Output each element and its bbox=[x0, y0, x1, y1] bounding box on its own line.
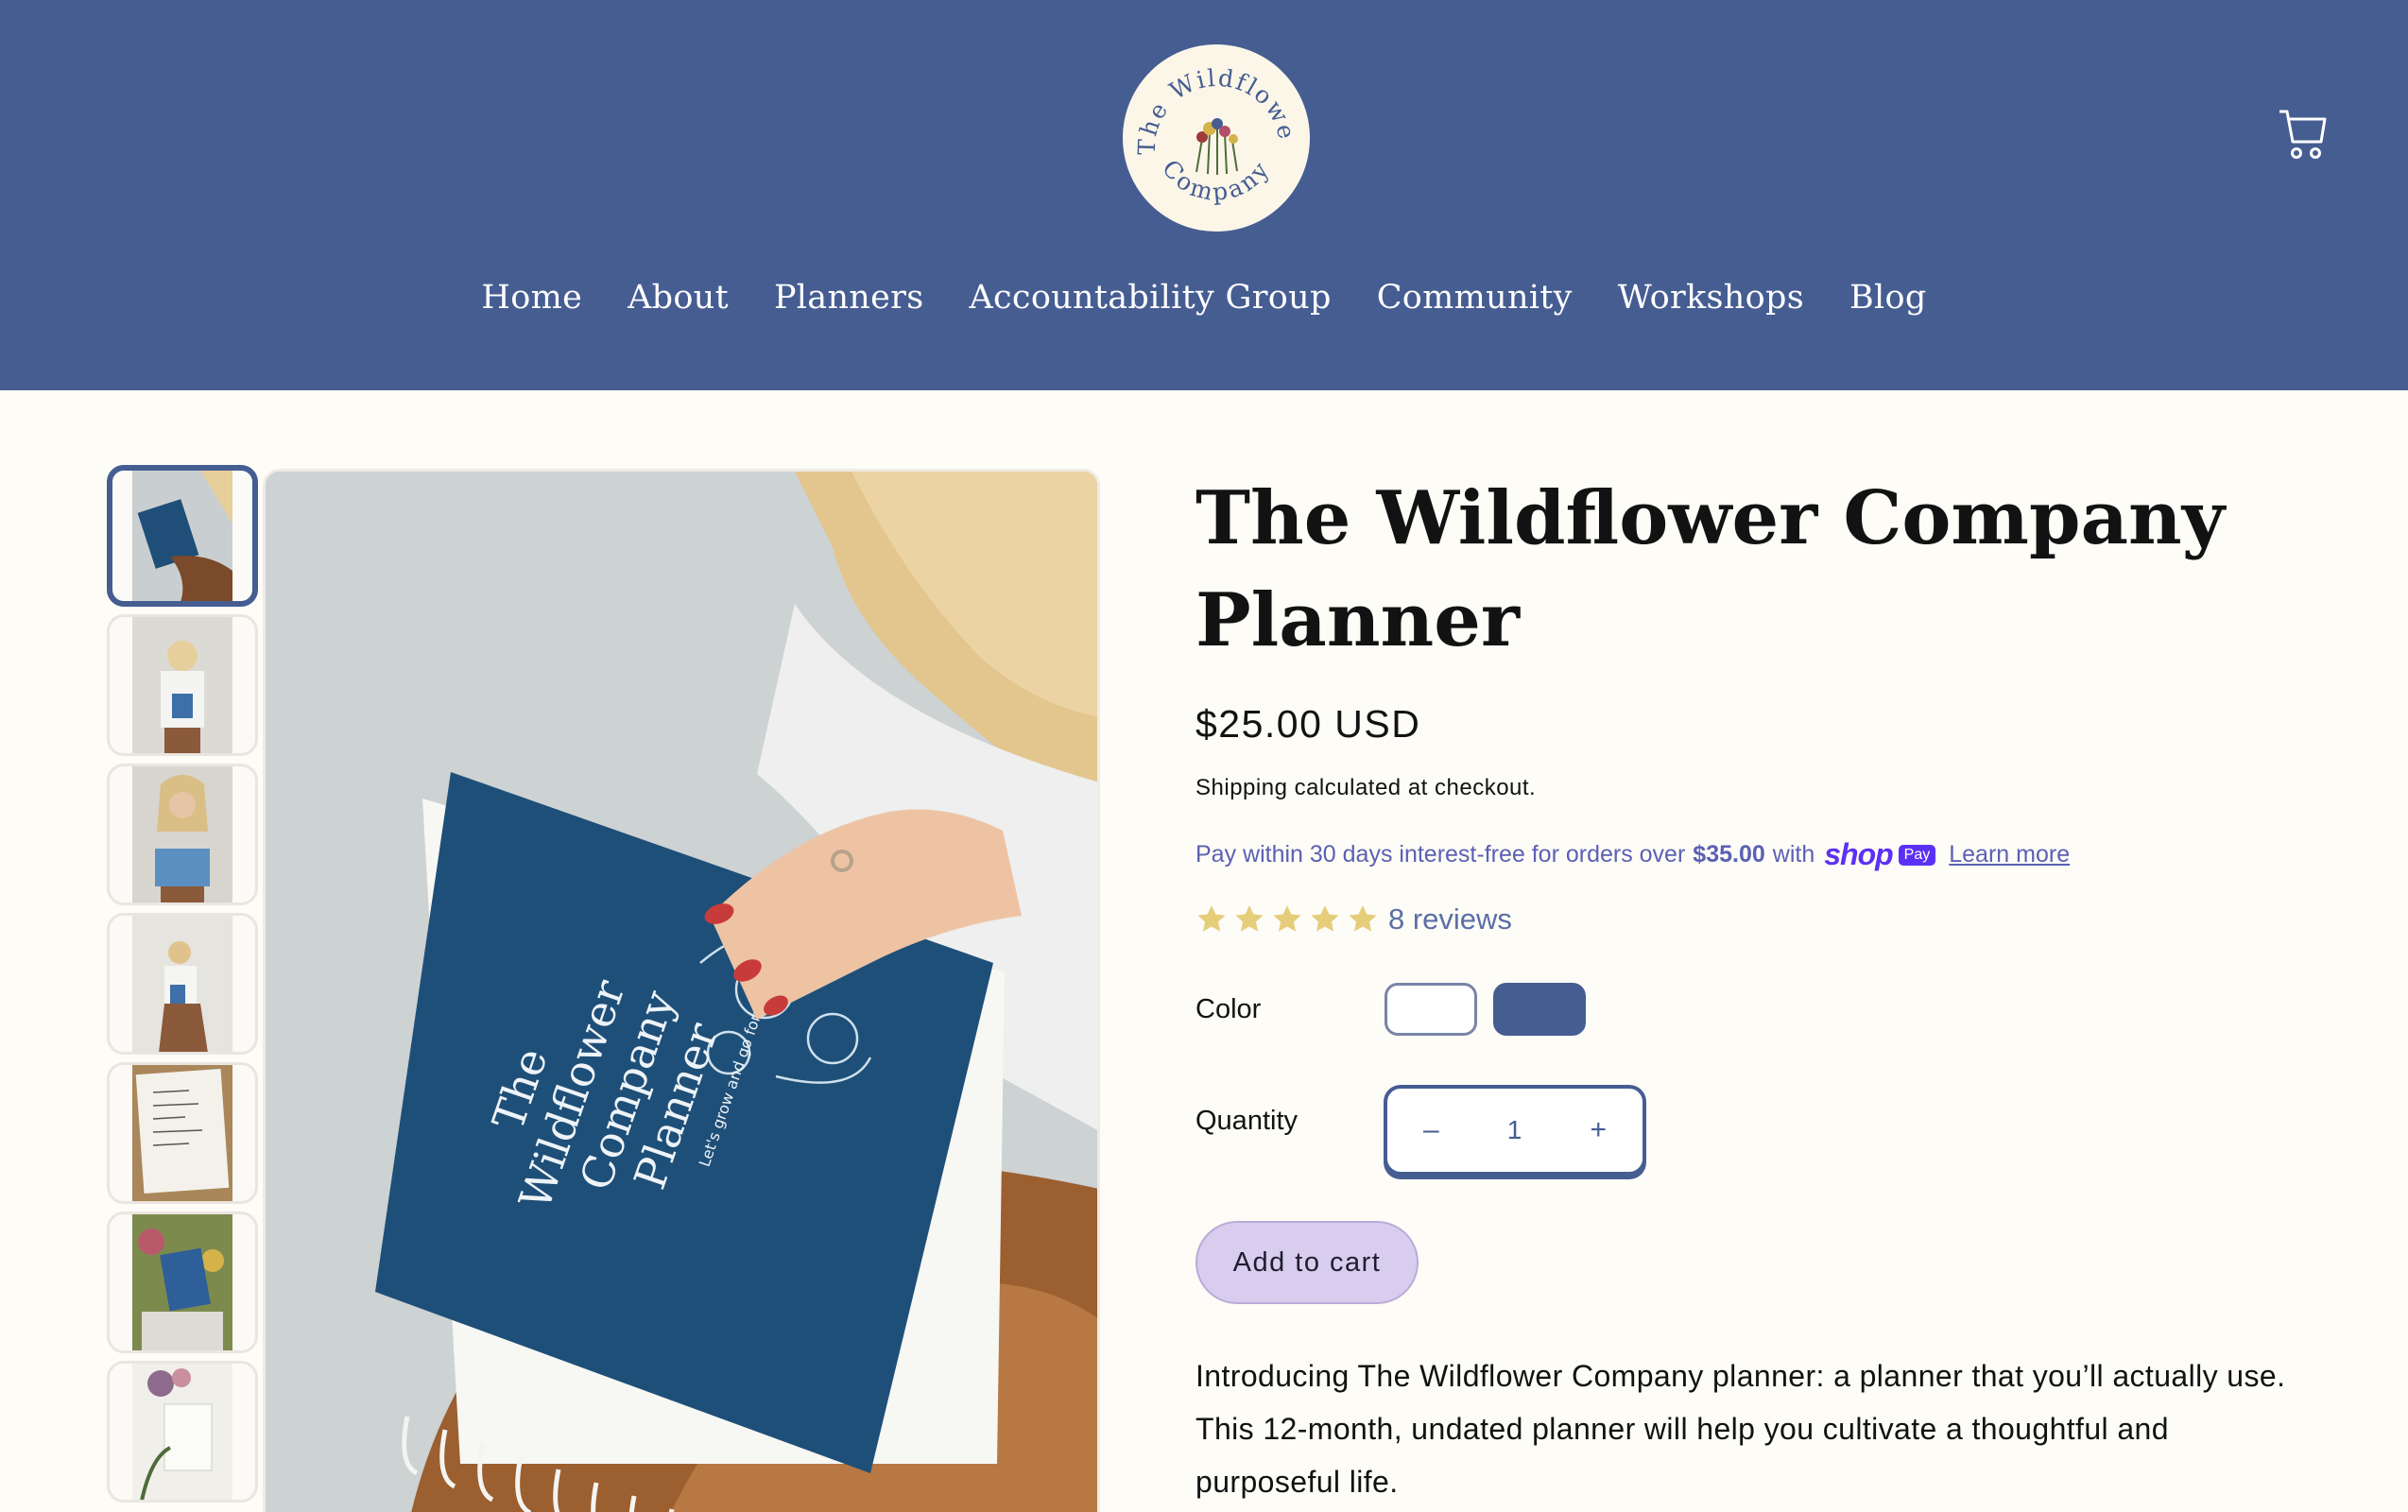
logo-emblem-icon: The Wildflower Company bbox=[1123, 44, 1301, 207]
quantity-decrease-button[interactable]: – bbox=[1423, 1114, 1439, 1146]
nav-accountability-group[interactable]: Accountability Group bbox=[969, 279, 1331, 317]
rating[interactable]: 8 reviews bbox=[1195, 902, 1512, 936]
logo-text-bottom: Company bbox=[1157, 155, 1273, 207]
thumbnail-image bbox=[132, 617, 232, 753]
product-description: Introducing The Wildflower Company plann… bbox=[1195, 1359, 2286, 1499]
thumbnail-image bbox=[132, 471, 232, 601]
product-photo: The Wildflower Company Planner Let's gro… bbox=[266, 472, 1097, 1512]
color-swatch-blue[interactable] bbox=[1493, 983, 1586, 1036]
nav-home[interactable]: Home bbox=[481, 279, 582, 317]
thumbnail-7[interactable] bbox=[107, 1361, 258, 1503]
cart-button[interactable] bbox=[2278, 106, 2327, 164]
product-price: $25.00 USD bbox=[1195, 702, 1421, 746]
star-icon bbox=[1311, 905, 1339, 932]
shipping-note: Shipping calculated at checkout. bbox=[1195, 775, 1537, 800]
thumbnail-4[interactable] bbox=[107, 913, 258, 1055]
thumbnail-image bbox=[132, 1364, 232, 1500]
thumbnail-5[interactable] bbox=[107, 1062, 258, 1204]
nav-blog[interactable]: Blog bbox=[1849, 279, 1927, 317]
nav-about[interactable]: About bbox=[628, 279, 729, 317]
thumbnail-2[interactable] bbox=[107, 614, 258, 756]
svg-text:Company: Company bbox=[1157, 155, 1276, 207]
product-title: The Wildflower Company Planner bbox=[1195, 475, 2226, 663]
quantity-stepper: – 1 + bbox=[1384, 1085, 1646, 1176]
nav-community[interactable]: Community bbox=[1377, 279, 1573, 317]
color-label: Color bbox=[1195, 994, 1262, 1024]
add-to-cart-button[interactable]: Add to cart bbox=[1195, 1221, 1419, 1304]
shop-pay-with: with bbox=[1772, 841, 1815, 868]
shop-pay-badge: Pay bbox=[1898, 844, 1936, 866]
cart-icon bbox=[2279, 110, 2327, 159]
thumbnail-image bbox=[132, 1065, 232, 1201]
thumbnail-1[interactable] bbox=[107, 465, 258, 607]
nav-workshops[interactable]: Workshops bbox=[1618, 279, 1804, 317]
quantity-input[interactable]: 1 bbox=[1507, 1115, 1522, 1145]
star-icon bbox=[1235, 905, 1264, 932]
shop-pay-logo: shop bbox=[1824, 837, 1893, 871]
quantity-label: Quantity bbox=[1195, 1106, 1298, 1136]
site-header: The Wildflower Company Home About Planne… bbox=[0, 0, 2408, 390]
star-icon bbox=[1273, 905, 1301, 932]
shop-pay-text: Pay within 30 days interest-free for ord… bbox=[1195, 841, 1686, 868]
thumbnail-image bbox=[132, 916, 232, 1052]
thumbnail-6[interactable] bbox=[107, 1211, 258, 1353]
svg-text:The Wildflower: The Wildflower bbox=[1123, 44, 1301, 155]
color-swatch-white[interactable] bbox=[1385, 983, 1477, 1036]
thumbnail-image bbox=[132, 1214, 232, 1350]
brand-logo[interactable]: The Wildflower Company bbox=[1123, 44, 1310, 232]
shop-pay-installments: Pay within 30 days interest-free for ord… bbox=[1195, 837, 2070, 872]
star-icon bbox=[1197, 905, 1226, 932]
thumbnail-3[interactable] bbox=[107, 764, 258, 905]
main-product-image[interactable]: The Wildflower Company Planner Let's gro… bbox=[263, 469, 1100, 1512]
star-icon bbox=[1349, 905, 1377, 932]
shop-pay-threshold: $35.00 bbox=[1693, 841, 1765, 868]
main-nav: Home About Planners Accountability Group… bbox=[0, 279, 2408, 317]
thumbnail-image bbox=[132, 766, 232, 902]
quantity-increase-button[interactable]: + bbox=[1590, 1114, 1607, 1146]
learn-more-link[interactable]: Learn more bbox=[1949, 841, 2070, 868]
nav-planners[interactable]: Planners bbox=[774, 279, 924, 317]
reviews-link[interactable]: 8 reviews bbox=[1388, 902, 1512, 936]
logo-text-top: The Wildflower bbox=[1123, 44, 1299, 155]
